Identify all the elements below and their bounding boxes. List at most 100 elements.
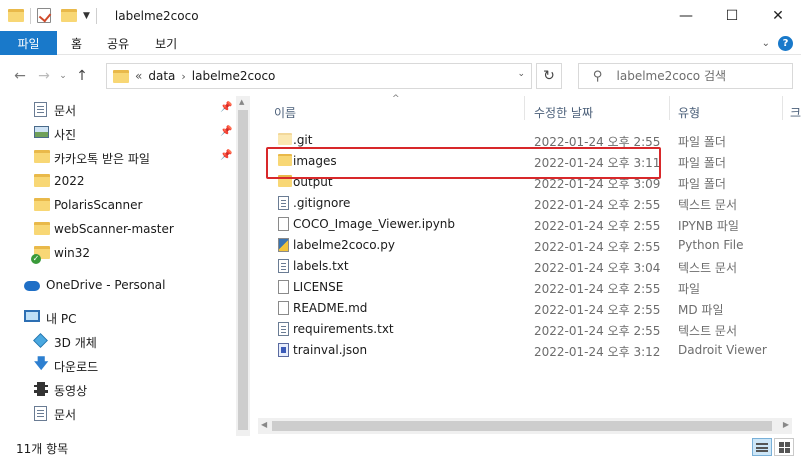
file-row-license[interactable]: LICENSE 2022-01-24 오후 2:55 파일 xyxy=(270,276,790,297)
nav-item-webscanner-master[interactable]: webScanner-master xyxy=(0,218,236,240)
search-input[interactable] xyxy=(616,69,777,83)
breadcrumb-labelme2coco[interactable]: labelme2coco xyxy=(192,69,276,83)
tab-file[interactable]: 파일 xyxy=(0,31,57,55)
nav-scrollbar[interactable]: ▲ xyxy=(236,96,250,436)
refresh-button[interactable]: ↻ xyxy=(536,63,562,89)
file-row-labels-txt[interactable]: labels.txt 2022-01-24 오후 3:04 텍스트 문서 xyxy=(270,255,790,276)
forward-button[interactable]: → xyxy=(32,68,56,84)
tab-share[interactable]: 공유 xyxy=(94,31,142,55)
column-date[interactable]: 수정한 날짜 xyxy=(534,104,593,121)
column-type[interactable]: 유형 xyxy=(678,104,700,121)
back-button[interactable]: ← xyxy=(8,68,32,84)
file-row-gitignore[interactable]: .gitignore 2022-01-24 오후 2:55 텍스트 문서 xyxy=(270,192,790,213)
document-icon xyxy=(34,406,47,421)
nav-item-win32[interactable]: win32 xyxy=(0,242,236,264)
column-header: ^ 이름 수정한 날짜 유형 크 xyxy=(258,94,801,122)
horizontal-scrollbar[interactable]: ◀ ▶ xyxy=(258,418,792,434)
separator xyxy=(30,7,31,24)
column-size[interactable]: 크 xyxy=(790,104,801,121)
navigation-pane: 문서 📌 사진 📌 카카오톡 받은 파일 📌 2022 PolarisScann… xyxy=(0,96,250,436)
folder-icon xyxy=(34,174,50,187)
tab-view[interactable]: 보기 xyxy=(142,31,190,55)
folder-icon xyxy=(8,9,24,22)
scroll-up-arrow-icon[interactable]: ▲ xyxy=(239,98,244,106)
folder-icon xyxy=(278,133,292,145)
address-bar[interactable]: « data › labelme2coco ⌄ xyxy=(106,63,532,89)
text-file-icon xyxy=(278,259,289,273)
folder-icon xyxy=(34,222,50,235)
address-dropdown-icon[interactable]: ⌄ xyxy=(517,69,525,79)
minimize-button[interactable]: — xyxy=(663,0,709,31)
status-bar: 11개 항목 xyxy=(0,436,801,458)
python-file-icon xyxy=(278,238,289,252)
file-row-requirements[interactable]: requirements.txt 2022-01-24 오후 2:55 텍스트 … xyxy=(270,318,790,339)
scroll-left-arrow-icon[interactable]: ◀ xyxy=(261,420,267,429)
file-row-trainval-json[interactable]: trainval.json 2022-01-24 오후 3:12 Dadroit… xyxy=(270,339,790,360)
onedrive-cloud-icon xyxy=(24,281,40,291)
nav-scrollbar-thumb[interactable] xyxy=(238,110,248,430)
file-row-coco-image-viewer[interactable]: COCO_Image_Viewer.ipynb 2022-01-24 오후 2:… xyxy=(270,213,790,234)
customize-toolbar-dropdown-icon[interactable]: ▼ xyxy=(83,11,90,21)
large-icons-view-button[interactable] xyxy=(774,438,794,456)
up-button[interactable]: ↑ xyxy=(70,68,94,84)
pin-icon: 📌 xyxy=(220,102,233,113)
scroll-right-arrow-icon[interactable]: ▶ xyxy=(783,420,789,429)
help-icon[interactable]: ? xyxy=(778,35,793,51)
highlight-box xyxy=(266,147,661,179)
file-icon xyxy=(278,301,289,315)
column-name[interactable]: 이름 xyxy=(274,104,296,121)
recent-locations-dropdown[interactable]: ⌄ xyxy=(56,71,70,81)
title-bar: ▼ labelme2coco — ☐ ✕ xyxy=(0,0,801,31)
window-title: labelme2coco xyxy=(114,8,199,23)
tab-home[interactable]: 홈 xyxy=(57,31,94,55)
nav-item-2022[interactable]: 2022 xyxy=(0,170,236,192)
navigation-bar: ← → ⌄ ↑ « data › labelme2coco ⌄ ↻ ⚲ xyxy=(0,56,801,96)
breadcrumb-overflow[interactable]: « xyxy=(135,69,142,83)
folder-icon xyxy=(113,69,129,83)
details-view-button[interactable] xyxy=(752,438,772,456)
file-row-labelme2coco-py[interactable]: labelme2coco.py 2022-01-24 오후 2:55 Pytho… xyxy=(270,234,790,255)
nav-item-onedrive[interactable]: OneDrive - Personal xyxy=(0,274,236,296)
horizontal-scrollbar-thumb[interactable] xyxy=(272,421,772,431)
search-icon: ⚲ xyxy=(593,68,603,84)
nav-item-videos[interactable]: 동영상 xyxy=(0,378,236,400)
nav-item-pc-documents[interactable]: 문서 xyxy=(0,402,236,424)
file-icon xyxy=(278,280,289,294)
3d-objects-icon xyxy=(33,333,48,348)
nav-item-pictures[interactable]: 사진 📌 xyxy=(0,122,236,144)
chevron-right-icon[interactable]: › xyxy=(181,70,185,83)
downloads-icon: 🡇 xyxy=(34,356,49,372)
quick-access-toolbar: ▼ xyxy=(0,0,103,31)
folder-synced-icon xyxy=(31,246,50,264)
nav-item-3d-objects[interactable]: 3D 개체 xyxy=(0,330,236,352)
details-view-icon xyxy=(756,442,768,452)
nav-item-kakaotalk-files[interactable]: 카카오톡 받은 파일 📌 xyxy=(0,146,236,168)
large-icons-view-icon xyxy=(778,441,790,453)
videos-icon xyxy=(34,382,48,396)
column-divider[interactable] xyxy=(782,96,783,120)
expand-ribbon-icon[interactable]: ⌄ xyxy=(762,38,770,49)
column-divider[interactable] xyxy=(669,96,670,120)
new-folder-icon[interactable] xyxy=(61,9,77,22)
pin-icon: 📌 xyxy=(220,150,233,161)
pin-icon: 📌 xyxy=(220,126,233,137)
text-file-icon xyxy=(278,322,289,336)
separator xyxy=(95,7,97,24)
search-box[interactable]: ⚲ xyxy=(578,63,793,89)
maximize-button[interactable]: ☐ xyxy=(709,0,755,31)
pictures-icon xyxy=(34,126,49,138)
close-button[interactable]: ✕ xyxy=(755,0,801,31)
nav-item-downloads[interactable]: 🡇 다운로드 xyxy=(0,354,236,376)
nav-item-this-pc[interactable]: 내 PC xyxy=(0,306,236,328)
sort-arrow-icon: ^ xyxy=(392,94,400,104)
properties-icon[interactable] xyxy=(37,8,51,23)
nav-item-documents[interactable]: 문서 📌 xyxy=(0,98,236,120)
breadcrumb-data[interactable]: data xyxy=(148,69,175,83)
folder-icon xyxy=(34,150,50,163)
folder-icon xyxy=(34,198,50,211)
file-row-readme[interactable]: README.md 2022-01-24 오후 2:55 MD 파일 xyxy=(270,297,790,318)
nav-item-polarisscanner[interactable]: PolarisScanner xyxy=(0,194,236,216)
column-divider[interactable] xyxy=(524,96,525,120)
computer-icon xyxy=(24,310,40,322)
item-count: 11개 항목 xyxy=(16,442,69,456)
